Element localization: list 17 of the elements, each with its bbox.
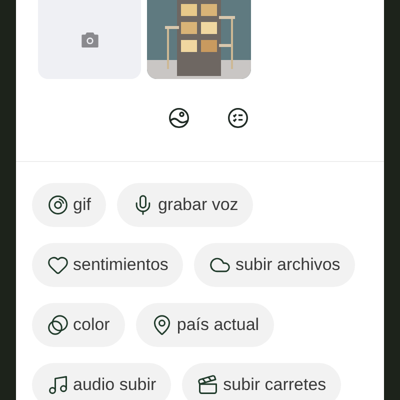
music-note-icon [47,374,69,396]
overlapping-circles-icon [47,314,69,336]
disc-icon [47,194,69,216]
option-chip[interactable]: subir carretes [182,363,342,400]
option-chip[interactable]: país actual [136,303,274,347]
checklist-icon[interactable] [226,107,248,129]
option-chip[interactable]: audio subir [32,363,172,400]
heart-icon [47,254,69,276]
option-chip[interactable]: grabar voz [116,183,254,227]
option-chip[interactable]: subir archivos [194,243,356,287]
image-icon[interactable] [168,107,190,129]
add-photo-button[interactable] [38,0,141,79]
camera-icon [78,30,100,50]
option-chip[interactable]: color [32,303,125,347]
clapperboard-icon [197,374,220,396]
option-chip[interactable]: gif [32,183,106,227]
option-chip[interactable]: sentimientos [32,243,184,287]
